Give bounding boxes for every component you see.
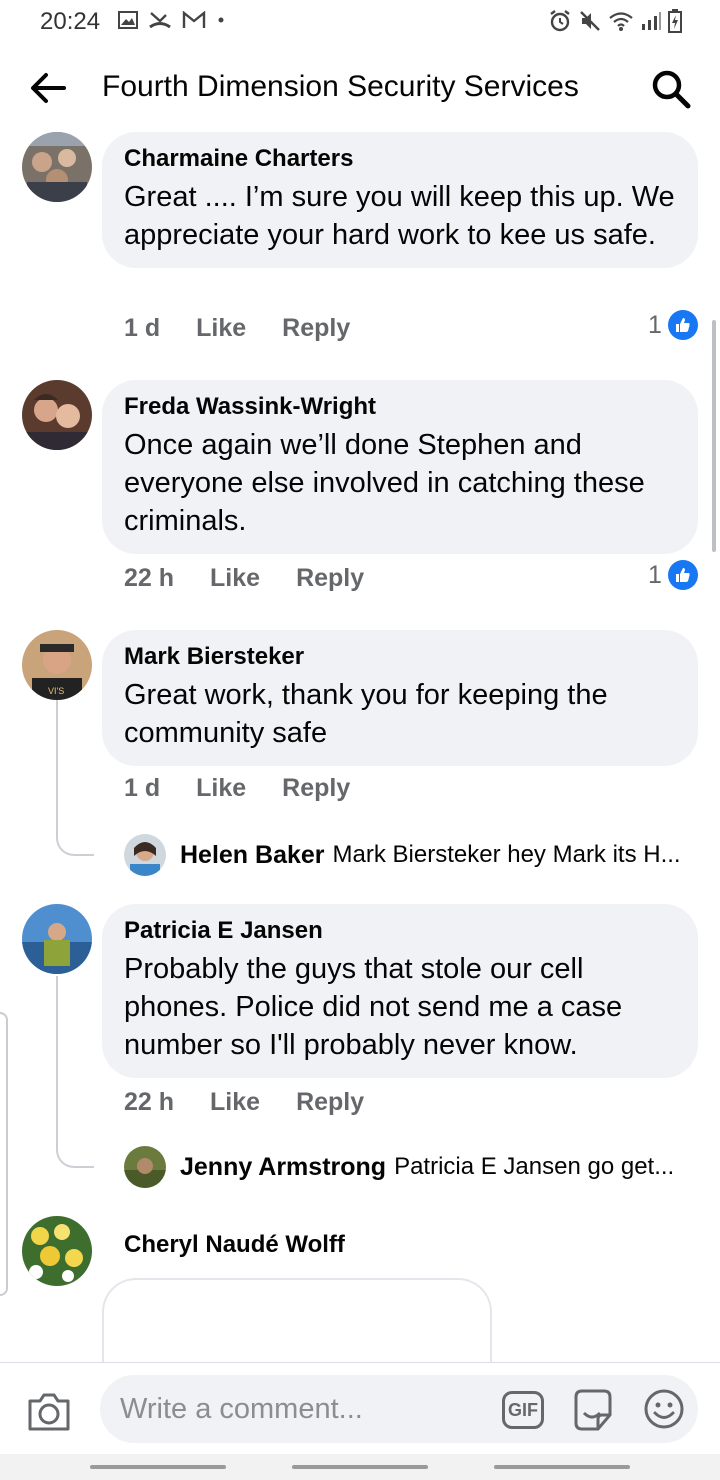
status-icons-right	[548, 9, 682, 33]
comment-author[interactable]: Charmaine Charters	[124, 144, 676, 174]
scrollbar[interactable]	[712, 320, 716, 552]
mute-icon	[580, 11, 600, 31]
search-button[interactable]	[650, 68, 692, 110]
avatar[interactable]	[22, 380, 92, 450]
comment-author[interactable]: Patricia E Jansen	[124, 916, 676, 946]
status-time: 20:24	[40, 8, 101, 35]
comment-author[interactable]: Freda Wassink-Wright	[124, 392, 676, 422]
comment-bubble[interactable]: Charmaine Charters Great .... I’m sure y…	[102, 132, 698, 268]
page-header: Fourth Dimension Security Services	[0, 46, 720, 130]
sticker-icon	[574, 1389, 612, 1431]
comment-time: 1 d	[124, 774, 161, 802]
comment-time: 1 d	[124, 314, 161, 342]
reaction-count-number: 1	[648, 560, 662, 589]
comment-bubble[interactable]: Patricia E Jansen Probably the guys that…	[102, 904, 698, 1078]
comment-composer: GIF	[0, 1362, 720, 1454]
avatar[interactable]: VI'S	[22, 630, 92, 700]
comment-text: Great work, thank you for keeping the co…	[124, 679, 608, 749]
comment-text: Great .... I’m sure you will keep this u…	[124, 181, 675, 251]
comment-author-wrapper: Cheryl Naudé Wolff	[102, 1230, 367, 1260]
reply-button[interactable]: Reply	[296, 564, 364, 593]
emoji-button[interactable]	[642, 1387, 686, 1431]
page-title: Fourth Dimension Security Services	[102, 70, 579, 103]
gmail-icon	[182, 11, 206, 28]
status-bar: 20:24	[0, 0, 720, 46]
camera-button[interactable]	[26, 1391, 72, 1433]
reaction-count[interactable]: 1	[648, 560, 698, 590]
like-button[interactable]: Like	[196, 774, 246, 803]
thread-connector	[56, 830, 94, 856]
reaction-count-number: 1	[648, 310, 662, 339]
signal-icon	[642, 12, 661, 30]
comment-author[interactable]: Mark Biersteker	[124, 642, 676, 672]
comment-time: 22 h	[124, 564, 175, 592]
avatar[interactable]	[22, 1216, 92, 1286]
thumbs-up-icon	[667, 310, 698, 340]
reply-button[interactable]: Reply	[296, 1088, 364, 1117]
comment-text: Once again we’ll done Stephen and everyo…	[124, 429, 645, 537]
thread-line	[56, 976, 58, 1142]
comment-actions: 22 h Like Reply	[124, 1088, 364, 1117]
avatar[interactable]	[22, 904, 92, 974]
reaction-count[interactable]: 1	[648, 310, 698, 340]
reply-author[interactable]: Jenny Armstrong	[180, 1153, 386, 1182]
comment-input[interactable]	[120, 1389, 490, 1429]
like-button[interactable]: Like	[210, 564, 260, 593]
comment-text: Probably the guys that stole our cell ph…	[124, 953, 623, 1061]
gif-button[interactable]: GIF	[502, 1391, 544, 1429]
missed-call-icon	[149, 12, 171, 29]
like-button[interactable]: Like	[210, 1088, 260, 1117]
reply-author[interactable]: Helen Baker	[180, 841, 325, 870]
system-nav-bar	[0, 1454, 720, 1480]
avatar[interactable]	[124, 834, 166, 876]
search-icon	[652, 70, 691, 109]
image-icon	[118, 11, 138, 29]
comment-actions: 1 d Like Reply	[124, 774, 350, 803]
arrow-left-icon	[31, 73, 66, 103]
sticker-button[interactable]	[570, 1387, 616, 1433]
thumbs-up-icon	[667, 560, 698, 590]
reply-button[interactable]: Reply	[282, 774, 350, 803]
comment-author[interactable]: Cheryl Naudé Wolff	[124, 1230, 345, 1260]
dot-icon	[218, 17, 224, 23]
battery-icon	[668, 9, 682, 33]
comment-actions: 22 h Like Reply	[124, 564, 364, 593]
status-icons-left	[118, 10, 226, 30]
back-button[interactable]	[26, 66, 70, 110]
home-button[interactable]	[292, 1465, 428, 1469]
comment-bubble[interactable]: Mark Biersteker Great work, thank you fo…	[102, 630, 698, 766]
alarm-icon	[550, 10, 570, 32]
reply-preview[interactable]: Helen Baker Mark Biersteker hey Mark its…	[124, 834, 704, 876]
comment-bubble[interactable]: Freda Wassink-Wright Once again we’ll do…	[102, 380, 698, 554]
avatar[interactable]	[124, 1146, 166, 1188]
back-nav-button[interactable]	[494, 1465, 630, 1469]
comment-actions: 1 d Like Reply	[124, 314, 350, 343]
recent-apps-button[interactable]	[90, 1465, 226, 1469]
reply-snippet: Mark Biersteker hey Mark its H...	[332, 841, 681, 868]
reply-button[interactable]: Reply	[282, 314, 350, 343]
thread-connector	[56, 1142, 94, 1168]
wifi-icon	[609, 12, 633, 31]
thread-line	[56, 700, 58, 830]
comment-time: 22 h	[124, 1088, 175, 1116]
reply-preview[interactable]: Jenny Armstrong Patricia E Jansen go get…	[124, 1146, 704, 1188]
like-button[interactable]: Like	[196, 314, 246, 343]
emoji-icon	[644, 1389, 684, 1429]
edge-panel-handle[interactable]	[0, 1012, 8, 1296]
camera-icon	[28, 1393, 70, 1431]
svg-text:VI'S: VI'S	[48, 686, 64, 696]
avatar[interactable]	[22, 132, 92, 202]
comment-input-container[interactable]: GIF	[100, 1375, 698, 1443]
reply-snippet: Patricia E Jansen go get...	[394, 1153, 675, 1180]
